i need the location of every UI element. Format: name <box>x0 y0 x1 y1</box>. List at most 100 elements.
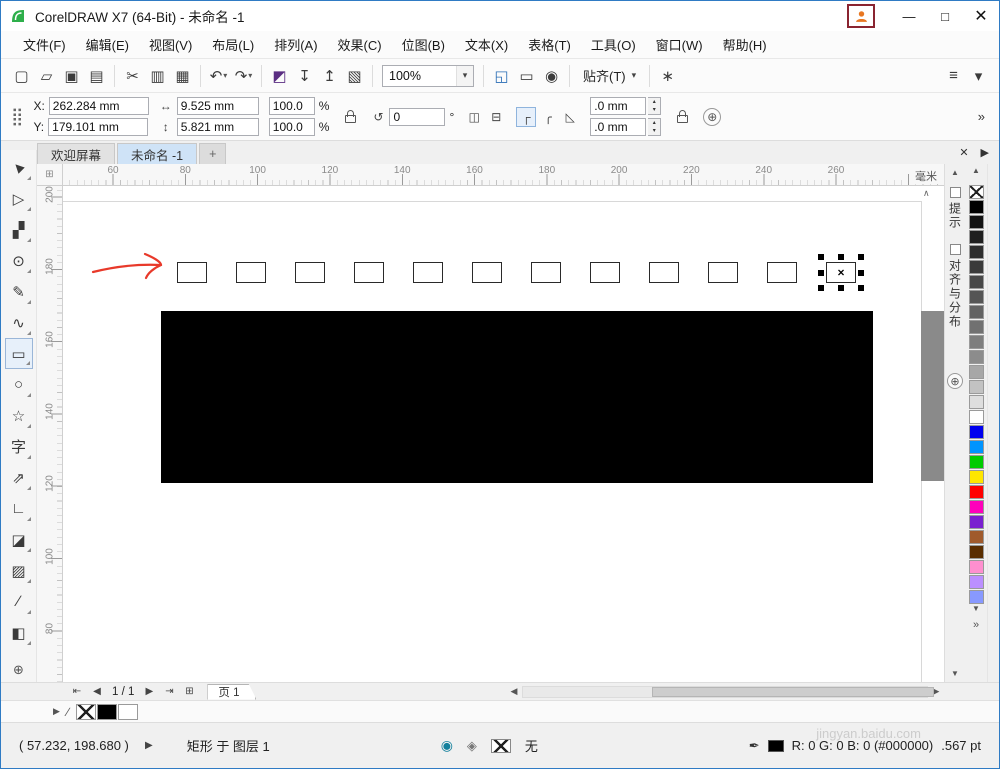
crop-tool[interactable]: ▞ <box>5 214 33 245</box>
small-rectangle-object[interactable] <box>649 262 679 283</box>
object-width-field[interactable] <box>176 97 259 115</box>
outline-color-swatch[interactable] <box>767 739 784 752</box>
window-dockers-button[interactable]: ▾ <box>966 63 991 89</box>
small-rectangle-object[interactable] <box>767 262 797 283</box>
drop-shadow-tool[interactable]: ◪ <box>5 524 33 555</box>
menu-item-8[interactable]: 文本(X) <box>455 31 518 58</box>
palette-swatch[interactable] <box>968 455 984 469</box>
spin-down-icon[interactable]: ▾ <box>648 127 660 135</box>
selection-handle[interactable] <box>858 254 864 260</box>
palette-swatch[interactable] <box>968 410 984 424</box>
palette-swatch[interactable] <box>968 350 984 364</box>
corner-radius-bottom-field[interactable] <box>590 118 647 136</box>
publish-pdf-button[interactable]: ▧ <box>342 63 367 89</box>
corel-connect-button[interactable]: ◩ <box>267 63 292 89</box>
palette-swatch[interactable] <box>968 365 984 379</box>
chevron-down-icon[interactable]: ▾ <box>456 65 473 86</box>
close-button[interactable]: ✕ <box>963 1 999 31</box>
selection-handle[interactable] <box>858 285 864 291</box>
small-rectangle-object[interactable] <box>708 262 738 283</box>
object-height-field[interactable] <box>176 118 259 136</box>
palette-swatch[interactable] <box>968 590 984 604</box>
menu-item-9[interactable]: 表格(T) <box>518 31 581 58</box>
propbar-overflow-button[interactable]: » <box>978 109 989 124</box>
scalloped-corner-button[interactable]: ╭ <box>538 107 558 127</box>
palette-swatch[interactable] <box>968 230 984 244</box>
doc-palette-swatch[interactable] <box>96 703 117 720</box>
straight-line-connector-tool[interactable]: ∟ <box>5 493 33 524</box>
menu-item-6[interactable]: 效果(C) <box>328 31 392 58</box>
document-tab-2[interactable]: 未命名 -1 <box>117 143 198 164</box>
docker-tab-1[interactable]: 提示 <box>947 187 964 230</box>
text-tool[interactable]: 字 <box>5 431 33 462</box>
zoom-tool[interactable]: ⊙ <box>5 245 33 276</box>
fullscreen-preview-button[interactable]: ◱ <box>489 63 514 89</box>
spinner[interactable]: ▴ ▾ <box>648 118 662 136</box>
ruler-origin-button[interactable]: ⊞ <box>37 164 63 186</box>
scrollbar-track[interactable] <box>522 685 934 698</box>
chamfered-corner-button[interactable]: ◺ <box>560 107 580 127</box>
palette-swatch[interactable] <box>968 305 984 319</box>
selection-handle[interactable] <box>818 285 824 291</box>
docker-quick-customize-button[interactable]: ⊕ <box>947 373 963 389</box>
mirror-horizontal-button[interactable]: ◫ <box>464 107 484 127</box>
selection-handle[interactable] <box>838 285 844 291</box>
last-page-button[interactable]: ⇥ <box>159 686 179 697</box>
color-eyedropper-tool[interactable]: ∕ <box>5 586 33 617</box>
freehand-tool[interactable]: ✎ <box>5 276 33 307</box>
scroll-up-icon[interactable]: ▲ <box>951 168 959 177</box>
selection-handle[interactable] <box>818 254 824 260</box>
small-rectangle-object[interactable] <box>236 262 266 283</box>
menu-item-4[interactable]: 布局(L) <box>202 31 264 58</box>
import-button[interactable]: ↧ <box>292 63 317 89</box>
palette-swatch[interactable] <box>968 290 984 304</box>
scrollbar-thumb[interactable] <box>652 686 934 697</box>
previous-page-button[interactable]: ◀ <box>87 686 107 697</box>
cut-button[interactable]: ✂ <box>120 63 145 89</box>
color-settings-icon[interactable]: ◈ <box>467 738 477 754</box>
snap-dropdown[interactable]: 贴齐(T) ▾ <box>575 66 644 85</box>
palette-swatch[interactable] <box>968 260 984 274</box>
gray-rectangle-object[interactable] <box>921 311 944 481</box>
docker-tab-2[interactable]: 对齐与分布 <box>947 244 964 329</box>
palette-swatch[interactable] <box>968 245 984 259</box>
small-rectangle-object[interactable] <box>354 262 384 283</box>
save-button[interactable]: ▣ <box>59 63 84 89</box>
palette-swatch[interactable] <box>968 470 984 484</box>
pick-tool[interactable]: ▲ <box>5 152 33 183</box>
menu-item-5[interactable]: 排列(A) <box>264 31 327 58</box>
round-corner-button[interactable]: ┌ <box>516 106 537 127</box>
palette-scroll-down-button[interactable]: ▼ <box>972 604 980 616</box>
menu-item-11[interactable]: 窗口(W) <box>646 31 713 58</box>
menu-item-2[interactable]: 编辑(E) <box>76 31 139 58</box>
selection-handle[interactable] <box>858 269 864 276</box>
page-tab[interactable]: 页 1 <box>207 684 256 700</box>
black-rectangle-object[interactable] <box>161 311 873 483</box>
corner-lock-button[interactable] <box>671 98 693 136</box>
scroll-down-icon[interactable]: ▼ <box>951 669 959 678</box>
show-page-border-button[interactable]: ▭ <box>514 63 539 89</box>
export-button[interactable]: ↥ <box>317 63 342 89</box>
print-button[interactable]: ▤ <box>84 63 109 89</box>
corner-radius-top-field[interactable] <box>590 97 647 115</box>
small-rectangle-object[interactable] <box>295 262 325 283</box>
options-button[interactable]: ∗ <box>655 63 680 89</box>
palette-scroll-up-button[interactable]: ▲ <box>972 166 980 178</box>
palette-swatch[interactable] <box>968 560 984 574</box>
palette-swatch[interactable] <box>968 575 984 589</box>
maximize-button[interactable]: □ <box>927 1 963 31</box>
spin-up-icon[interactable]: ▴ <box>648 98 660 106</box>
palette-swatch[interactable] <box>968 500 984 514</box>
ellipse-tool[interactable]: ○ <box>5 369 33 400</box>
rectangle-tool[interactable]: ▭ <box>4 338 33 369</box>
horizontal-ruler[interactable]: 60 80 100 120 140 160 180 200 220 240 260 毫米 <box>63 164 944 186</box>
zoom-level-select[interactable]: 100% ▾ <box>382 64 474 87</box>
doc-palette-swatch-none[interactable] <box>75 703 96 720</box>
palette-expand-button[interactable]: » <box>973 619 979 631</box>
palette-swatch[interactable] <box>968 215 984 229</box>
menu-item-1[interactable]: 文件(F) <box>13 31 76 58</box>
spin-down-icon[interactable]: ▾ <box>648 106 660 114</box>
spinner[interactable]: ▴ ▾ <box>648 97 662 115</box>
shape-tool[interactable]: ▷ <box>5 183 33 214</box>
palette-swatch[interactable] <box>968 425 984 439</box>
